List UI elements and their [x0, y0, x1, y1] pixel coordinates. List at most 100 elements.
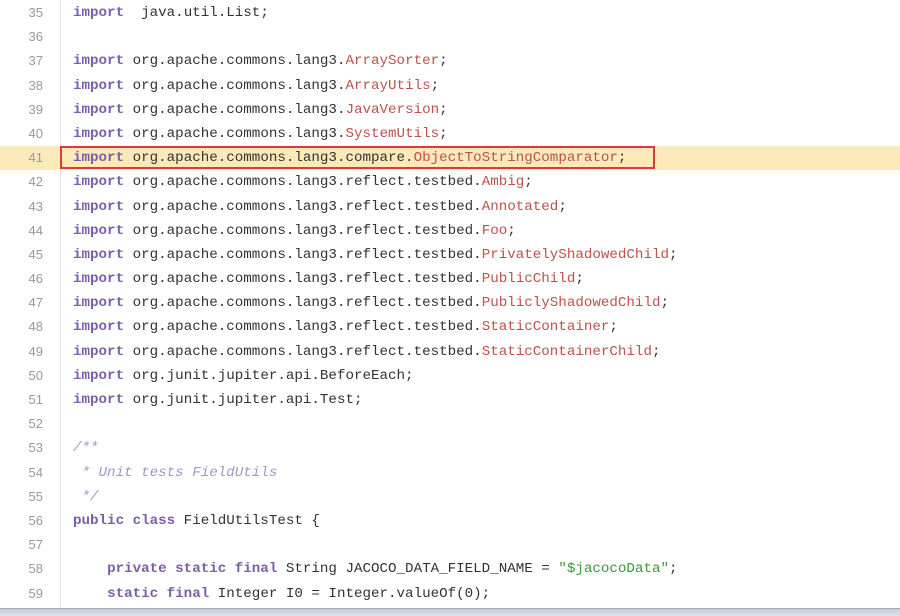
- code-line: 45 import org.apache.commons.lang3.reflec…: [0, 243, 900, 267]
- code-token: String JACOCO_DATA_FIELD_NAME =: [277, 561, 559, 578]
- code-token: org.apache.commons.lang3.reflect.testbed…: [124, 174, 482, 191]
- code-token: import: [73, 343, 125, 360]
- code-token: import: [73, 319, 125, 336]
- code-token: org.junit.jupiter.api.Test;: [124, 392, 363, 408]
- line-number: 39: [28, 101, 43, 117]
- code-token: ;: [507, 222, 516, 239]
- code-token: org.apache.commons.lang3.: [124, 53, 346, 70]
- highlight-box: [60, 146, 655, 169]
- line-number: 47: [28, 295, 43, 311]
- code-text: import org.apache.commons.lang3.ArrayUti…: [73, 74, 439, 98]
- code-token: org.apache.commons.lang3.reflect.testbed…: [124, 246, 482, 263]
- code-token: ;: [669, 246, 678, 263]
- code-text: import org.apache.commons.lang3.reflect.…: [73, 219, 516, 243]
- code-line: 37 import org.apache.commons.lang3.ArrayS…: [0, 49, 900, 73]
- code-line: 54 * Unit tests FieldUtils: [0, 461, 900, 485]
- code-token: SystemUtils: [345, 125, 440, 142]
- code-line: 51 import org.junit.jupiter.api.Test;: [0, 388, 900, 412]
- code-token: org.apache.commons.lang3.reflect.testbed…: [124, 271, 482, 288]
- code-text: import org.apache.commons.lang3.SystemUt…: [73, 122, 448, 146]
- code-token: "$jacocoData": [558, 561, 669, 578]
- code-token: ;: [430, 77, 440, 94]
- line-number: 51: [28, 392, 43, 407]
- code-text: * Unit tests FieldUtils: [73, 461, 278, 485]
- code-line: 43 import org.apache.commons.lang3.reflec…: [0, 195, 900, 219]
- code-token: org.apache.commons.lang3.reflect.testbed…: [124, 319, 482, 336]
- line-number: 48: [28, 319, 43, 335]
- code-line: 39 import org.apache.commons.lang3.JavaVe…: [0, 98, 900, 122]
- code-text: import org.apache.commons.lang3.reflect.…: [73, 291, 669, 315]
- code-token: ;: [439, 53, 448, 70]
- line-number: 44: [28, 222, 43, 238]
- code-text: import org.apache.commons.lang3.ArraySor…: [73, 49, 448, 73]
- code-line: 44 import org.apache.commons.lang3.reflec…: [0, 219, 900, 243]
- code-text: import org.apache.commons.lang3.reflect.…: [73, 243, 678, 267]
- line-number: 53: [28, 440, 43, 456]
- line-number: 37: [28, 53, 43, 69]
- code-line: 46 import org.apache.commons.lang3.reflec…: [0, 267, 900, 291]
- code-line: 56 public class FieldUtilsTest {: [0, 509, 900, 533]
- line-number: 59: [28, 585, 43, 601]
- code-token: private static final: [107, 561, 278, 578]
- line-number: 49: [28, 343, 43, 359]
- gutter-divider: [60, 0, 61, 610]
- code-token: import: [73, 295, 125, 312]
- line-number: 43: [28, 198, 43, 214]
- code-token: import: [73, 174, 125, 191]
- code-token: ;: [651, 343, 661, 360]
- code-line: 57: [0, 533, 900, 557]
- line-number: 41: [28, 150, 43, 166]
- code-text: import org.apache.commons.lang3.reflect.…: [73, 315, 618, 339]
- code-token: StaticContainerChild: [481, 343, 652, 360]
- line-number: 58: [28, 561, 43, 577]
- code-token: ;: [558, 198, 567, 215]
- code-line: 35 import java.util.List;: [0, 1, 900, 25]
- line-number: 57: [28, 537, 43, 553]
- code-token: org.apache.commons.lang3.: [124, 125, 346, 142]
- code-token: import: [73, 53, 125, 70]
- code-token: import: [73, 101, 125, 118]
- code-token: */: [73, 488, 99, 505]
- code-token: PrivatelyShadowedChild: [481, 246, 669, 263]
- code-token: ArrayUtils: [345, 77, 431, 94]
- code-line: 58 private static final String JACOCO_DA…: [0, 557, 900, 581]
- code-token: org.apache.commons.lang3.reflect.testbed…: [124, 198, 482, 215]
- code-line: 50 import org.junit.jupiter.api.BeforeEac…: [0, 364, 900, 388]
- code-token: import: [73, 125, 125, 142]
- code-text: */: [73, 485, 99, 509]
- code-line: 42 import org.apache.commons.lang3.reflec…: [0, 170, 900, 194]
- code-token: org.apache.commons.lang3.reflect.testbed…: [124, 343, 482, 360]
- line-number: 40: [28, 125, 43, 141]
- code-text: import org.apache.commons.lang3.reflect.…: [73, 195, 567, 219]
- line-number: 54: [28, 464, 43, 480]
- code-token: PubliclyShadowedChild: [481, 295, 661, 312]
- code-token: org.apache.commons.lang3.: [124, 101, 346, 118]
- line-number: 55: [28, 488, 43, 504]
- code-token: import: [73, 246, 125, 263]
- code-token: FieldUtilsTest {: [175, 512, 320, 529]
- code-text: import org.apache.commons.lang3.reflect.…: [73, 340, 660, 364]
- code-token: public class: [73, 512, 176, 529]
- line-number: 35: [28, 5, 43, 20]
- code-token: ;: [669, 561, 678, 578]
- line-number: 42: [28, 174, 43, 190]
- code-token: import: [73, 5, 125, 21]
- code-text: static final Integer I0 = Integer.valueO…: [73, 582, 490, 606]
- code-text: public class FieldUtilsTest {: [73, 509, 320, 533]
- code-token: /**: [73, 440, 99, 457]
- code-line: 52: [0, 412, 900, 436]
- code-line: 59 static final Integer I0 = Integer.val…: [0, 582, 900, 606]
- code-line: 47 import org.apache.commons.lang3.reflec…: [0, 291, 900, 315]
- code-text: import org.junit.jupiter.api.BeforeEach;: [73, 364, 414, 388]
- line-number: 56: [28, 512, 43, 528]
- code-token: import: [73, 392, 125, 408]
- code-token: org.apache.commons.lang3.reflect.testbed…: [124, 222, 482, 239]
- code-token: org.apache.commons.lang3.reflect.testbed…: [124, 295, 482, 312]
- code-token: org.junit.jupiter.api.BeforeEach;: [124, 367, 414, 384]
- code-token: Foo: [481, 222, 508, 239]
- code-text: import org.apache.commons.lang3.JavaVers…: [73, 98, 448, 122]
- code-line: 49 import org.apache.commons.lang3.reflec…: [0, 340, 900, 364]
- code-token: Annotated: [481, 198, 559, 215]
- code-token: JavaVersion: [345, 101, 440, 118]
